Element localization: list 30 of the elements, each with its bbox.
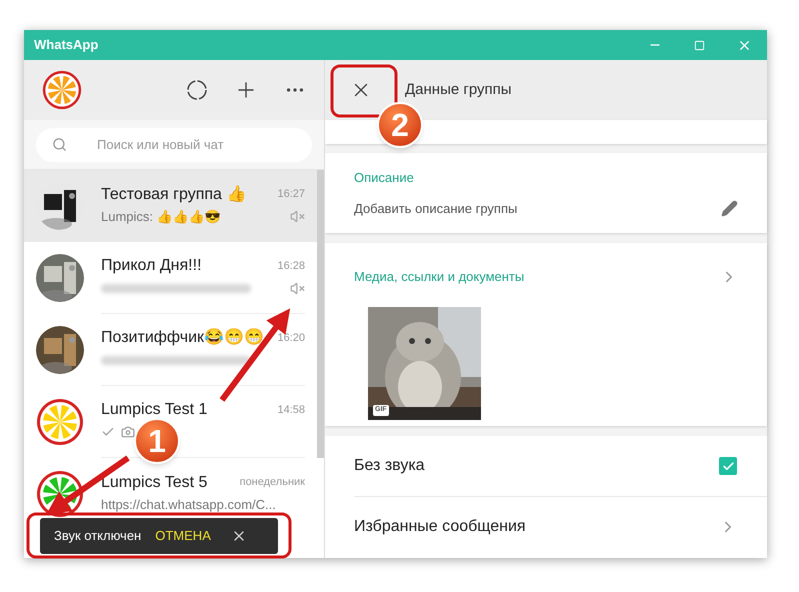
maximize-icon[interactable] <box>694 40 705 50</box>
message-preview: https://chat.whatsapp.com/C... <box>101 496 276 514</box>
chat-time: 16:27 <box>277 187 305 202</box>
chat-time: 16:20 <box>277 330 305 346</box>
chat-name: Позитиффчик😂😁😁 <box>101 327 266 348</box>
status-icon[interactable] <box>186 79 208 101</box>
setting-label: Избранные сообщения <box>354 516 527 536</box>
checkbox[interactable] <box>719 457 737 475</box>
toast-message: Звук отключен <box>54 527 142 546</box>
profile-avatar <box>42 70 82 110</box>
chat-name: Тестовая группа 👍 <box>101 184 248 204</box>
chat-item[interactable]: Тестовая группа 👍 16:27 Lumpics: 👍👍👍😎 <box>24 170 317 242</box>
description-hint: Добавить описание группы <box>354 200 518 218</box>
settings-row[interactable]: Без звука <box>354 436 767 496</box>
check-icon <box>722 460 734 472</box>
search-field[interactable]: Поиск или новый чат <box>36 128 312 162</box>
chat-time: 14:58 <box>277 402 305 418</box>
setting-label: Без звука <box>354 456 426 476</box>
chat-time: 16:28 <box>277 258 305 274</box>
search-icon <box>52 137 67 152</box>
section-title: Описание <box>354 168 415 186</box>
settings-row[interactable]: Избранные сообщения <box>354 496 767 556</box>
chat-time: понедельник <box>240 475 305 490</box>
edit-icon[interactable] <box>721 200 738 218</box>
chat-name: Lumpics Test 1 <box>101 400 208 420</box>
panel-title: Данные группы <box>405 80 512 100</box>
chat-name: Lumpics Test 5 <box>101 472 208 492</box>
message-preview: Lumpics: 👍👍👍😎 <box>101 208 221 226</box>
window-title: WhatsApp <box>34 36 100 54</box>
chat-name: Прикол Дня!!! <box>101 256 203 276</box>
